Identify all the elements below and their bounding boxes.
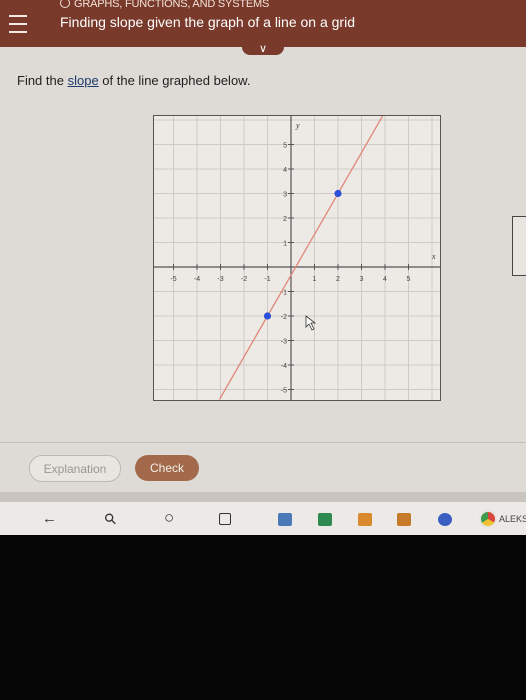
y-axis-label: y [295, 121, 300, 130]
side-panel-tab[interactable] [512, 216, 526, 276]
search-icon[interactable]: ⚲ [100, 509, 121, 529]
x-tick-label: -4 [194, 276, 200, 283]
back-arrow-icon[interactable]: ← [42, 510, 57, 527]
collapse-tab-container: ∨ [0, 41, 526, 61]
aleks-app[interactable]: ALEKS [479, 510, 526, 528]
graph-area[interactable]: -5 -4 -3 -2 -1 1 2 3 4 5 5 4 3 2 1 -1 -2 -3 -4 -5 x y [153, 115, 441, 401]
divider [0, 442, 526, 443]
store-icon[interactable] [278, 513, 292, 526]
y-tick-label: 4 [283, 167, 287, 174]
word-icon[interactable] [397, 513, 411, 526]
line-point [334, 189, 342, 198]
chrome-icon [479, 510, 497, 528]
x-axis-label: x [431, 252, 436, 261]
header-bar: GRAPHS, FUNCTIONS, AND SYSTEMS Finding s… [0, 0, 526, 47]
aleks-label: ALEKS [499, 514, 526, 524]
x-tick-label: 3 [360, 276, 364, 283]
hamburger-icon [9, 12, 27, 36]
y-tick-label: -2 [281, 314, 287, 321]
prompt-after: of the line graphed below. [98, 73, 251, 88]
y-tick-label: 2 [283, 216, 287, 223]
y-tick-label: -4 [281, 363, 287, 370]
y-tick-label: -3 [281, 339, 287, 346]
x-tick-label: -1 [264, 276, 270, 283]
teams-icon[interactable] [438, 513, 452, 526]
screen: GRAPHS, FUNCTIONS, AND SYSTEMS Finding s… [0, 0, 526, 535]
page-title: Finding slope given the graph of a line … [60, 14, 355, 30]
x-tick-label: -5 [170, 276, 176, 283]
y-tick-label: -5 [281, 388, 287, 395]
task-view-icon[interactable]: ○ [164, 508, 174, 528]
prompt-before: Find the [17, 73, 68, 88]
explanation-button[interactable]: Explanation [29, 455, 121, 482]
folder-icon[interactable] [358, 513, 372, 526]
collapse-tab[interactable]: ∨ [242, 41, 284, 55]
footer-strip [0, 492, 526, 502]
x-tick-label: 4 [383, 276, 387, 283]
circle-icon [60, 0, 70, 8]
line-point [263, 312, 272, 320]
question-prompt: Find the slope of the line graphed below… [17, 73, 250, 88]
chevron-down-icon: ∨ [258, 42, 268, 55]
x-tick-label: -2 [241, 276, 247, 283]
x-tick-label: 1 [313, 276, 317, 283]
coordinate-grid[interactable]: -5 -4 -3 -2 -1 1 2 3 4 554321-1-2-3-4-5xy [154, 115, 440, 400]
y-tick-label: 3 [283, 192, 287, 199]
mouse-cursor-icon [305, 315, 317, 331]
topic-category: GRAPHS, FUNCTIONS, AND SYSTEMS [60, 0, 269, 10]
widgets-icon[interactable] [219, 513, 231, 525]
x-tick-label: 5 [407, 276, 411, 283]
y-tick-label: 5 [283, 143, 287, 150]
topic-category-text: GRAPHS, FUNCTIONS, AND SYSTEMS [74, 0, 270, 10]
x-tick-label: -3 [217, 276, 223, 283]
check-button[interactable]: Check [135, 455, 199, 481]
y-tick-label: 1 [283, 241, 287, 248]
slope-link[interactable]: slope [68, 73, 99, 88]
x-tick-label: 2 [336, 276, 340, 283]
menu-button[interactable] [0, 0, 36, 47]
excel-icon[interactable] [318, 513, 332, 526]
taskbar: ← ⚲ ○ ALEKS [0, 502, 526, 535]
